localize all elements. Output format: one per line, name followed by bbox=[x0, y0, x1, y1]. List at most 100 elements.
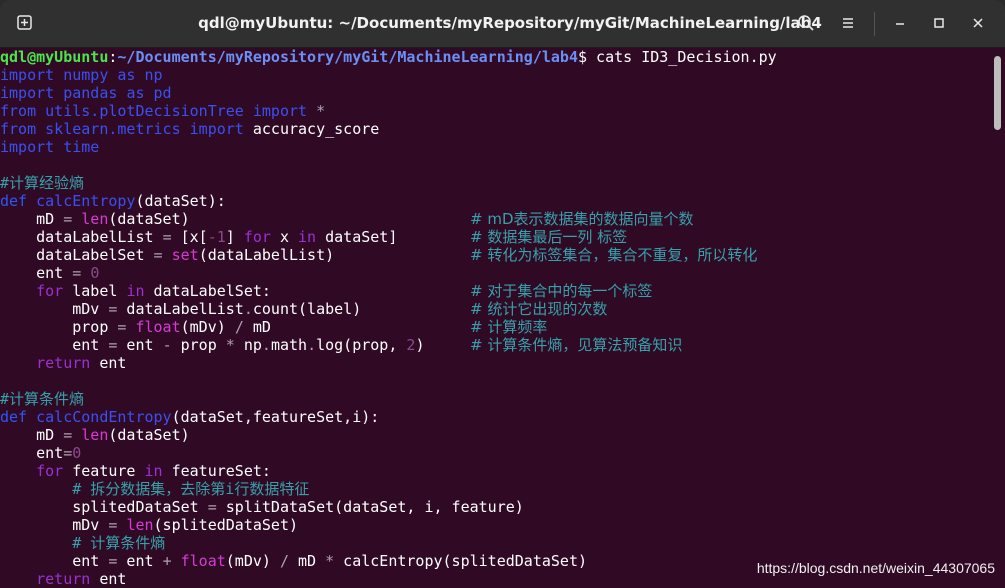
code-token: def bbox=[0, 408, 28, 426]
code-token: ent bbox=[0, 552, 109, 570]
code-token: in bbox=[126, 282, 145, 300]
code-token: dataLabelSet: bbox=[144, 282, 271, 300]
code-comment: # 转化为标签集合，集合不重复，所以转化 bbox=[470, 246, 758, 264]
hamburger-menu-icon[interactable] bbox=[835, 10, 861, 36]
code-token: in bbox=[298, 228, 317, 246]
code-token: accuracy_score bbox=[243, 120, 380, 138]
code-token: mD bbox=[243, 318, 271, 336]
terminal-line: mD = len(dataSet) bbox=[0, 426, 990, 444]
code-comment: # 统计它出现的次数 bbox=[470, 300, 608, 318]
code-token: # 拆分数据集，去除第i行数据特征 bbox=[0, 480, 310, 498]
code-token: as bbox=[117, 66, 136, 84]
code-token: from bbox=[0, 120, 37, 138]
code-token: = bbox=[162, 228, 172, 246]
code-token: -1 bbox=[207, 228, 226, 246]
code-comment: # 计算条件熵，见算法预备知识 bbox=[470, 336, 683, 354]
terminal-line: ent = ent - prop * np.math.log(prop, 2) #… bbox=[0, 336, 990, 354]
code-token: (dataSet) bbox=[108, 210, 190, 228]
code-token: pandas bbox=[63, 84, 118, 102]
code-comment: # 计算频率 bbox=[470, 318, 548, 336]
code-token: set bbox=[171, 246, 199, 264]
scrollbar-thumb[interactable] bbox=[994, 56, 1001, 130]
minimize-icon[interactable] bbox=[887, 10, 913, 36]
code-token: $ cats ID3_Decision.py bbox=[577, 48, 777, 66]
terminal-line: splitedDataSet = splitDataSet(dataSet, i… bbox=[0, 498, 990, 516]
maximize-icon[interactable] bbox=[926, 10, 952, 36]
code-comment: # 对于集合中的每一个标签 bbox=[470, 282, 653, 300]
code-token: - bbox=[162, 336, 172, 354]
terminal-line: prop = float(mDv) / mD # 计算频率 bbox=[0, 318, 990, 336]
code-token: mDv bbox=[0, 300, 109, 318]
code-token: ent bbox=[0, 444, 64, 462]
code-token: prop bbox=[171, 336, 226, 354]
window-title: qdl@myUbuntu: ~/Documents/myRepository/m… bbox=[198, 14, 822, 32]
code-token: mD bbox=[0, 426, 64, 444]
search-icon[interactable] bbox=[793, 10, 819, 36]
code-token: import bbox=[0, 66, 55, 84]
code-token: splitDataSet(dataSet, i, feature) bbox=[216, 498, 524, 516]
code-token: dataLabelList bbox=[0, 228, 163, 246]
terminal-line: def calcEntropy(dataSet): bbox=[0, 192, 990, 210]
new-tab-icon[interactable] bbox=[12, 10, 38, 36]
code-token: utils.plotDecisionTree bbox=[45, 102, 244, 120]
scrollbar[interactable] bbox=[991, 48, 1005, 588]
code-token: (mDv) bbox=[225, 552, 280, 570]
code-token: return bbox=[36, 570, 91, 588]
code-comment: # mD表示数据集的数据向量个数 bbox=[470, 210, 694, 228]
code-token: np bbox=[234, 336, 262, 354]
terminal-line: import pandas as pd bbox=[0, 84, 990, 102]
code-token: = bbox=[207, 498, 217, 516]
code-token: + bbox=[162, 552, 172, 570]
code-token: = bbox=[63, 426, 73, 444]
code-token: . bbox=[243, 300, 253, 318]
code-token: = bbox=[63, 210, 73, 228]
terminal-output[interactable]: qdl@myUbuntu:~/Documents/myRepository/my… bbox=[0, 48, 990, 588]
code-token: ent bbox=[0, 336, 109, 354]
code-token: count(label) bbox=[252, 300, 362, 318]
code-token: as bbox=[126, 84, 145, 102]
terminal-window: qdl@myUbuntu: ~/Documents/myRepository/m… bbox=[0, 0, 1005, 588]
terminal-line: dataLabelList = [x[-1] for x in dataSet]… bbox=[0, 228, 990, 246]
terminal-line: qdl@myUbuntu:~/Documents/myRepository/my… bbox=[0, 48, 990, 66]
code-token: (splitedDataSet) bbox=[153, 516, 299, 534]
code-token: / bbox=[279, 552, 289, 570]
code-token: [x[ bbox=[171, 228, 208, 246]
code-token: in bbox=[144, 462, 163, 480]
code-token: time bbox=[63, 138, 100, 156]
code-token: #计算经验熵 bbox=[0, 174, 85, 192]
code-token: return bbox=[36, 354, 91, 372]
terminal-line: ent=0 bbox=[0, 444, 990, 462]
terminal-line: #计算条件熵 bbox=[0, 390, 990, 408]
code-token: ent bbox=[117, 336, 163, 354]
code-token: = bbox=[153, 246, 163, 264]
code-token: ent bbox=[90, 354, 127, 372]
code-token: . bbox=[261, 336, 271, 354]
close-icon[interactable] bbox=[965, 10, 991, 36]
code-token: 0 bbox=[72, 444, 82, 462]
terminal-line: # 计算条件熵 bbox=[0, 534, 990, 552]
code-token: len bbox=[126, 516, 154, 534]
code-token: #计算条件熵 bbox=[0, 390, 85, 408]
code-token: calcEntropy(splitedDataSet) bbox=[334, 552, 588, 570]
code-token: # 计算条件熵 bbox=[0, 534, 166, 552]
code-token: import bbox=[0, 138, 55, 156]
code-token: feature bbox=[63, 462, 145, 480]
code-token: * bbox=[325, 552, 335, 570]
code-token: def bbox=[0, 192, 28, 210]
code-token: x bbox=[270, 228, 299, 246]
terminal-line: return ent bbox=[0, 354, 990, 372]
code-token: = bbox=[72, 264, 82, 282]
code-token: mD bbox=[0, 210, 64, 228]
code-token: calcCondEntropy bbox=[36, 408, 172, 426]
terminal-line: dataLabelSet = set(dataLabelList) # 转化为标签… bbox=[0, 246, 990, 264]
